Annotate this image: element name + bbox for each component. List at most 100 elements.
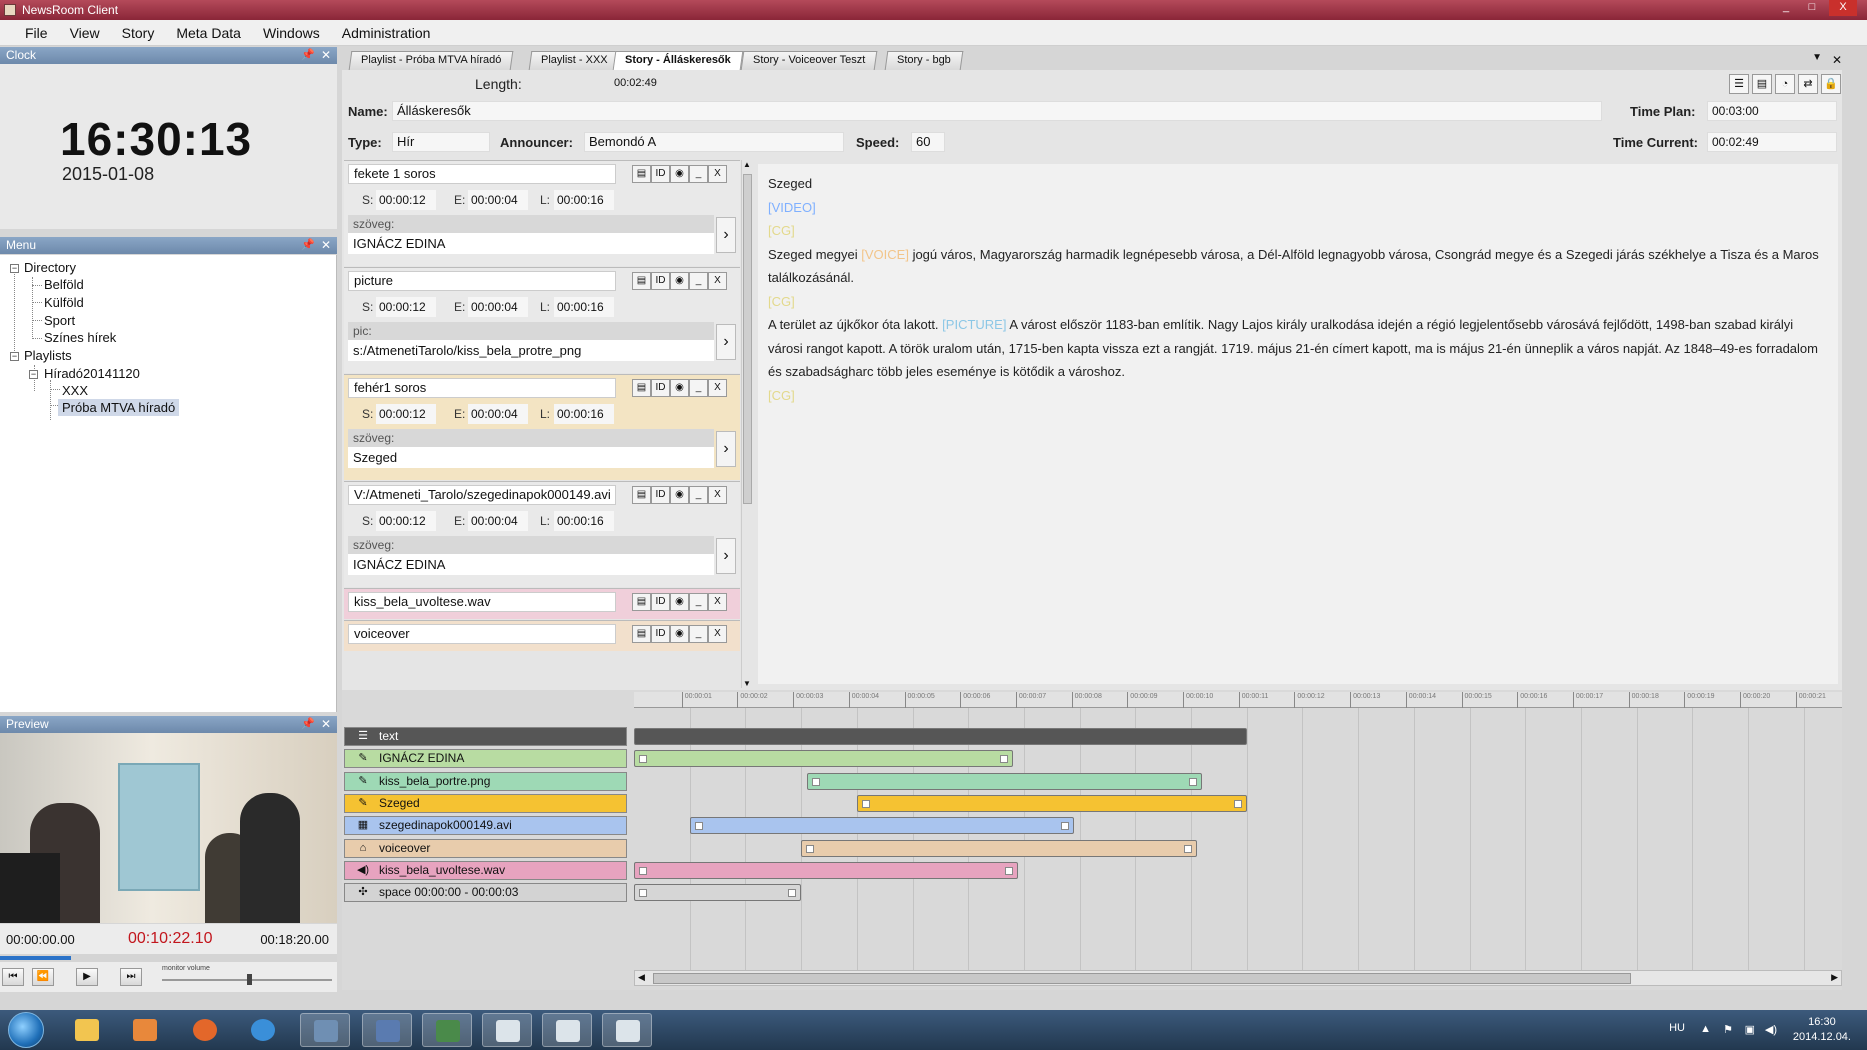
type-field[interactable]: Hír: [392, 132, 490, 152]
element-sub-value[interactable]: IGNÁCZ EDINA: [348, 233, 714, 254]
clip-handle-start[interactable]: [639, 866, 647, 875]
taskbar-window-4[interactable]: [602, 1013, 652, 1047]
props-icon[interactable]: ▤: [632, 486, 651, 504]
menu-meta-data[interactable]: Meta Data: [165, 25, 252, 41]
remove-element-icon[interactable]: X: [708, 272, 727, 290]
timeline-track-label[interactable]: ✣ space 00:00:00 - 00:00:03: [344, 883, 627, 903]
clock-icon[interactable]: ◔: [1775, 74, 1795, 94]
lock-icon[interactable]: 🔒: [1821, 74, 1841, 94]
chevron-right-icon[interactable]: ›: [716, 538, 736, 574]
element-name-field[interactable]: fekete 1 soros: [348, 164, 616, 184]
id-icon[interactable]: ID: [651, 486, 670, 504]
tab-story-bgb[interactable]: Story - bgb: [884, 51, 964, 70]
timeline-clip[interactable]: [634, 861, 1019, 879]
time-plan-value[interactable]: 00:03:00: [1707, 101, 1837, 121]
timeline-scroll-thumb[interactable]: [653, 973, 1631, 984]
element-name-field[interactable]: kiss_bela_uvoltese.wav: [348, 592, 616, 612]
volume-icon[interactable]: ◀): [1765, 1023, 1777, 1036]
tab-story-voiceover[interactable]: Story - Voiceover Teszt: [740, 51, 878, 70]
clip-handle-end[interactable]: [1233, 799, 1242, 808]
timeline-track-label[interactable]: ▦ szegedinapok000149.avi: [344, 816, 627, 836]
eye-icon[interactable]: ◉: [670, 165, 689, 183]
element-card[interactable]: V:/Atmeneti_Tarolo/szegedinapok000149.av…: [344, 481, 740, 587]
scroll-left-icon[interactable]: ◀: [638, 972, 645, 983]
element-name-field[interactable]: picture: [348, 271, 616, 291]
show-hidden-icons-icon[interactable]: ▲: [1700, 1023, 1711, 1035]
timeline-clip[interactable]: [801, 839, 1197, 857]
tree-node-hirado[interactable]: Híradó20141120: [44, 365, 140, 382]
clip-handle-end[interactable]: [999, 755, 1008, 764]
close-pane-icon[interactable]: ✕: [321, 716, 331, 733]
element-sub-value[interactable]: IGNÁCZ EDINA: [348, 554, 714, 575]
remove-element-icon[interactable]: X: [708, 486, 727, 504]
id-icon[interactable]: ID: [651, 165, 670, 183]
network-tray-icon[interactable]: ▣: [1745, 1023, 1755, 1036]
timeline-track-label[interactable]: ⌂ voiceover: [344, 838, 627, 858]
start-time-field[interactable]: 00:00:12: [376, 190, 436, 210]
tree-node-xxx[interactable]: XXX: [62, 382, 88, 399]
tree-node-belfold[interactable]: Belföld: [44, 276, 84, 293]
props-icon[interactable]: ▤: [632, 272, 651, 290]
element-card[interactable]: picture ▤ ID ◉ _ X S: 00:00:12 E: 00:00:04 L: 00:00…: [344, 267, 740, 373]
props-icon[interactable]: ▤: [632, 625, 651, 643]
taskbar-explorer[interactable]: [62, 1013, 112, 1047]
name-field[interactable]: Álláskeresők: [392, 101, 1602, 121]
element-sub-value[interactable]: Szeged: [348, 447, 714, 468]
player-progress-bar[interactable]: [0, 954, 337, 962]
announcer-field[interactable]: Bemondó A: [584, 132, 844, 152]
chevron-right-icon[interactable]: ›: [716, 217, 736, 253]
taskbar-window-1[interactable]: [422, 1013, 472, 1047]
tree-node-directory[interactable]: Directory: [24, 259, 76, 276]
tree-node-sport[interactable]: Sport: [44, 312, 75, 329]
timeline-track-label[interactable]: ✎ kiss_bela_portre.png: [344, 771, 627, 791]
clip-handle-end[interactable]: [1189, 777, 1198, 786]
step-back-icon[interactable]: ⏪: [32, 968, 54, 986]
clip-handle-start[interactable]: [639, 755, 647, 764]
props-icon[interactable]: ▤: [632, 165, 651, 183]
start-time-field[interactable]: 00:00:12: [376, 404, 436, 424]
id-icon[interactable]: ID: [651, 272, 670, 290]
menu-file[interactable]: File: [14, 25, 59, 41]
tree-node-szines-hirek[interactable]: Színes hírek: [44, 329, 116, 346]
taskbar-media-player[interactable]: [120, 1013, 170, 1047]
eye-icon[interactable]: ◉: [670, 272, 689, 290]
taskbar-window-3[interactable]: [542, 1013, 592, 1047]
end-time-field[interactable]: 00:00:04: [468, 511, 528, 531]
props-icon[interactable]: ▤: [632, 379, 651, 397]
id-icon[interactable]: ID: [651, 625, 670, 643]
taskbar-firefox[interactable]: [180, 1013, 230, 1047]
remove-element-icon[interactable]: X: [708, 165, 727, 183]
preview-video[interactable]: [0, 733, 337, 923]
menu-windows[interactable]: Windows: [252, 25, 331, 41]
element-sub-value[interactable]: s:/AtmenetiTarolo/kiss_bela_protre_png: [348, 340, 714, 361]
length-time-field[interactable]: 00:00:16: [554, 511, 614, 531]
skip-back-icon[interactable]: ⏮: [2, 968, 24, 986]
tree-node-proba-mtva[interactable]: Próba MTVA híradó: [58, 399, 180, 416]
pin-icon[interactable]: 📌: [301, 716, 315, 733]
minimize-element-icon[interactable]: _: [689, 593, 708, 611]
skip-forward-icon[interactable]: ⏭: [120, 968, 142, 986]
pin-icon[interactable]: 📌: [301, 47, 315, 64]
scroll-up-icon[interactable]: ▲: [743, 160, 751, 169]
chevron-right-icon[interactable]: ›: [716, 324, 736, 360]
timeline-clip[interactable]: [806, 772, 1203, 790]
length-time-field[interactable]: 00:00:16: [554, 404, 614, 424]
length-time-field[interactable]: 00:00:16: [554, 297, 614, 317]
element-name-field[interactable]: voiceover: [348, 624, 616, 644]
timeline-clip[interactable]: [634, 750, 1013, 768]
tree-collapse-icon[interactable]: −: [10, 264, 19, 273]
timeline-scrollbar[interactable]: ◀ ▶: [634, 970, 1842, 986]
close-pane-icon[interactable]: ✕: [321, 47, 331, 64]
tray-clock[interactable]: 16:30 2014.12.04.: [1793, 1015, 1851, 1045]
chevron-right-icon[interactable]: ›: [716, 431, 736, 467]
minimize-element-icon[interactable]: _: [689, 379, 708, 397]
id-icon[interactable]: ID: [651, 593, 670, 611]
pin-icon[interactable]: 📌: [301, 237, 315, 254]
scroll-thumb[interactable]: [743, 174, 752, 504]
element-name-field[interactable]: V:/Atmeneti_Tarolo/szegedinapok000149.av…: [348, 485, 616, 505]
tab-playlist-proba[interactable]: Playlist - Próba MTVA híradó: [348, 51, 514, 70]
start-time-field[interactable]: 00:00:12: [376, 297, 436, 317]
story-text-editor[interactable]: Szeged [VIDEO] [CG] Szeged megyei [VOICE…: [758, 164, 1838, 684]
tree-node-playlists[interactable]: Playlists: [24, 347, 72, 364]
taskbar-window-2[interactable]: [482, 1013, 532, 1047]
